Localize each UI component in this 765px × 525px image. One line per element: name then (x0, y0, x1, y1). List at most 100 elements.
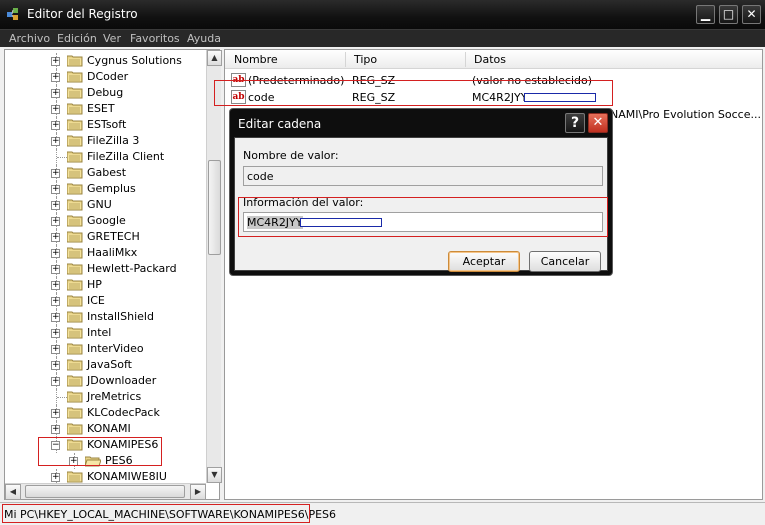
tree-item[interactable]: + Hewlett-Packard (5, 261, 201, 277)
tree-item[interactable]: + ICE (5, 293, 201, 309)
menu-archivo[interactable]: Archivo (9, 32, 50, 45)
expand-icon[interactable]: + (51, 329, 60, 338)
value-data-field[interactable]: MC4R2JYY (243, 212, 603, 232)
column-nombre[interactable]: Nombre (234, 53, 278, 66)
tree-item[interactable]: + KONAMI (5, 421, 201, 437)
expand-icon[interactable]: + (51, 121, 60, 130)
tree-item-label: ESTsoft (87, 118, 127, 131)
tree-item[interactable]: + GRETECH (5, 229, 201, 245)
value-data: MC4R2JYY (472, 91, 528, 104)
status-path: Mi PC\HKEY_LOCAL_MACHINE\SOFTWARE\KONAMI… (4, 508, 337, 521)
expand-icon[interactable]: + (51, 249, 60, 258)
expand-icon[interactable]: + (51, 473, 60, 482)
tree-horizontal-scrollbar[interactable]: ◀ ▶ (5, 483, 206, 500)
folder-icon (66, 263, 83, 275)
tree-item[interactable]: + KLCodecPack (5, 405, 201, 421)
tree-item[interactable]: + HaaliMkx (5, 245, 201, 261)
expand-icon[interactable]: + (51, 169, 60, 178)
dialog-close-button[interactable]: ✕ (588, 113, 608, 133)
tree-item[interactable]: + FileZilla 3 (5, 133, 201, 149)
tree-scroll-thumb[interactable] (208, 160, 221, 255)
minimize-button[interactable]: ▁ (696, 5, 715, 24)
tree-item[interactable]: + JavaSoft (5, 357, 201, 373)
tree-item[interactable]: + ESET (5, 101, 201, 117)
tree-item-label: GRETECH (87, 230, 140, 243)
menu-ayuda[interactable]: Ayuda (187, 32, 221, 45)
scroll-up-arrow-icon[interactable]: ▲ (207, 50, 222, 66)
folder-icon (66, 55, 83, 67)
expand-icon[interactable]: + (51, 345, 60, 354)
scroll-right-arrow-icon[interactable]: ▶ (190, 484, 206, 500)
tree-item[interactable]: − KONAMIPES6 (5, 437, 201, 453)
tree-item[interactable]: + InstallShield (5, 309, 201, 325)
scroll-down-arrow-icon[interactable]: ▼ (207, 467, 222, 483)
expand-icon[interactable]: + (51, 105, 60, 114)
ok-button[interactable]: Aceptar (448, 251, 520, 272)
menu-ver[interactable]: Ver (103, 32, 121, 45)
tree-item[interactable]: FileZilla Client (5, 149, 201, 165)
tree-item-label: InstallShield (87, 310, 154, 323)
tree-item-label: HaaliMkx (87, 246, 138, 259)
tree-vertical-scrollbar[interactable]: ▲ ▼ (206, 50, 222, 483)
tree-item[interactable]: + PES6 (5, 453, 201, 469)
expand-icon[interactable]: + (51, 73, 60, 82)
expand-icon[interactable]: + (51, 313, 60, 322)
column-datos[interactable]: Datos (474, 53, 506, 66)
collapse-icon[interactable]: − (51, 441, 60, 450)
value-row-code[interactable]: ab code REG_SZ MC4R2JYY (225, 89, 762, 106)
tree-item[interactable]: JreMetrics (5, 389, 201, 405)
expand-icon[interactable]: + (51, 137, 60, 146)
folder-icon (66, 391, 83, 403)
folder-icon (66, 167, 83, 179)
expand-icon[interactable]: + (51, 185, 60, 194)
cancel-button[interactable]: Cancelar (529, 251, 601, 272)
close-button[interactable]: ✕ (742, 5, 761, 24)
expand-icon[interactable]: + (51, 233, 60, 242)
expand-icon[interactable]: + (51, 281, 60, 290)
tree-item-label: JavaSoft (87, 358, 132, 371)
tree-item-label: KONAMIWE8IU (87, 470, 167, 483)
value-type: REG_SZ (352, 74, 396, 87)
value-data-label: Información del valor: (243, 196, 364, 209)
tree-item-label: JDownloader (87, 374, 157, 387)
maximize-button[interactable]: □ (719, 5, 738, 24)
folder-icon (66, 471, 83, 483)
folder-icon (66, 183, 83, 195)
help-button[interactable]: ? (565, 113, 585, 133)
expand-icon[interactable]: + (69, 457, 78, 466)
value-row-default[interactable]: ab (Predeterminado) REG_SZ (valor no est… (225, 72, 762, 89)
tree-item[interactable]: + Cygnus Solutions (5, 53, 201, 69)
tree-item[interactable]: + Google (5, 213, 201, 229)
string-value-icon: ab (231, 90, 246, 104)
column-tipo[interactable]: Tipo (354, 53, 377, 66)
tree-item[interactable]: + Debug (5, 85, 201, 101)
folder-icon (66, 199, 83, 211)
tree-hscroll-thumb[interactable] (25, 485, 185, 498)
expand-icon[interactable]: + (51, 377, 60, 386)
window-title: Editor del Registro (27, 7, 138, 21)
menu-favoritos[interactable]: Favoritos (130, 32, 180, 45)
tree-item[interactable]: + GNU (5, 197, 201, 213)
expand-icon[interactable]: + (51, 361, 60, 370)
tree-item[interactable]: + Gemplus (5, 181, 201, 197)
expand-icon[interactable]: + (51, 57, 60, 66)
expand-icon[interactable]: + (51, 265, 60, 274)
tree-item[interactable]: + JDownloader (5, 373, 201, 389)
scroll-left-arrow-icon[interactable]: ◀ (5, 484, 21, 500)
tree-item[interactable]: + Intel (5, 325, 201, 341)
expand-icon[interactable]: + (51, 89, 60, 98)
expand-icon[interactable]: + (51, 425, 60, 434)
tree-item[interactable]: + DCoder (5, 69, 201, 85)
expand-icon[interactable]: + (51, 409, 60, 418)
expand-icon[interactable]: + (51, 297, 60, 306)
tree-item[interactable]: + InterVideo (5, 341, 201, 357)
expand-icon[interactable]: + (51, 217, 60, 226)
edit-string-dialog: Editar cadena ? ✕ Nombre de valor: code … (229, 108, 613, 276)
tree-item-label: GNU (87, 198, 112, 211)
folder-icon (66, 327, 83, 339)
menu-edicion[interactable]: Edición (57, 32, 97, 45)
tree-item[interactable]: + HP (5, 277, 201, 293)
tree-item[interactable]: + ESTsoft (5, 117, 201, 133)
expand-icon[interactable]: + (51, 201, 60, 210)
tree-item[interactable]: + Gabest (5, 165, 201, 181)
